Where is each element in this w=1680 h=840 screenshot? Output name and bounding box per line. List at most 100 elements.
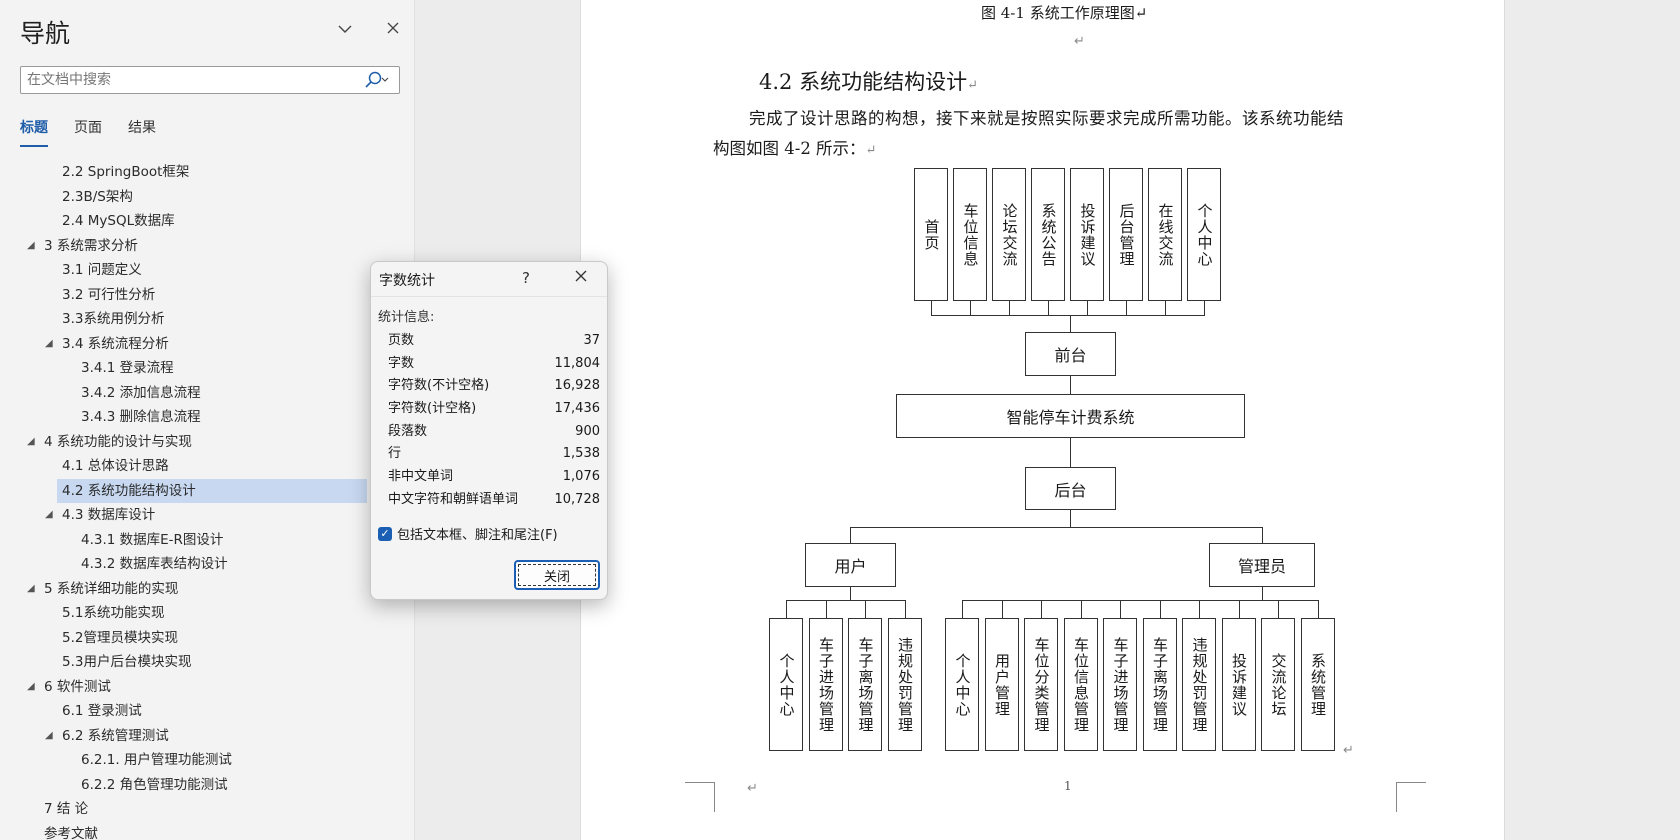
- nav-heading-item[interactable]: ◢ 3.4 系统流程分析: [0, 332, 415, 357]
- tab-pages[interactable]: 页面: [74, 117, 102, 147]
- admin-module-box-label: 车位分类管理: [1032, 636, 1051, 733]
- close-icon[interactable]: [573, 268, 589, 289]
- nav-heading-label: 4 系统功能的设计与实现: [44, 433, 192, 450]
- connector-line: [931, 301, 932, 315]
- connector-line: [1120, 600, 1121, 618]
- tab-results[interactable]: 结果: [128, 117, 156, 147]
- user-module-box: 车子离场管理: [848, 618, 882, 751]
- expand-triangle-icon[interactable]: ◢: [45, 503, 53, 528]
- nav-heading-item[interactable]: 7 结 论: [0, 797, 415, 822]
- nav-heading-label: 4.1 总体设计思路: [62, 458, 169, 474]
- checkbox-label: 包括文本框、脚注和尾注(F): [397, 528, 558, 543]
- admin-module-box: 车子离场管理: [1142, 618, 1177, 751]
- connector-line: [1238, 600, 1240, 618]
- nav-heading-item[interactable]: 参考文献: [0, 822, 415, 840]
- nav-heading-item[interactable]: 2.3B/S架构: [0, 185, 415, 210]
- nav-heading-item[interactable]: 3.2 可行性分析: [0, 283, 415, 308]
- nav-search-box[interactable]: [20, 66, 400, 94]
- expand-triangle-icon[interactable]: ◢: [27, 577, 35, 602]
- nav-heading-label: 4.3 数据库设计: [62, 507, 156, 523]
- admin-node-box-label: 管理员: [1237, 557, 1286, 576]
- connector-line: [1262, 527, 1263, 543]
- body-text-line: 完成了设计思路的构想，接下来就是按照实际要求完成所需功能。该系统功能结: [749, 109, 1344, 128]
- front-module-box-label: 投诉建议: [1078, 202, 1097, 267]
- nav-heading-label: 3.4.3 删除信息流程: [81, 409, 201, 425]
- admin-module-box-label: 投诉建议: [1230, 652, 1248, 717]
- stat-row: 字数 11,804: [388, 353, 600, 376]
- nav-heading-item[interactable]: 6.1 登录测试: [0, 699, 415, 724]
- expand-triangle-icon[interactable]: ◢: [27, 430, 35, 455]
- connector-line: [904, 600, 906, 618]
- nav-heading-item[interactable]: 2.4 MySQL数据库: [0, 209, 415, 234]
- connector-line: [1165, 301, 1166, 315]
- search-icon[interactable]: [361, 69, 391, 91]
- nav-heading-item[interactable]: 3.4.1 登录流程: [0, 356, 415, 381]
- nav-heading-item[interactable]: 4.1 总体设计思路: [0, 454, 415, 479]
- stat-value: 16,928: [554, 378, 601, 394]
- chevron-down-icon[interactable]: [335, 20, 355, 40]
- nav-heading-item[interactable]: ◢ 5 系统详细功能的实现: [0, 577, 415, 602]
- nav-heading-label: 6.2 系统管理测试: [62, 727, 169, 744]
- figure-caption: 图 4-1 系统工作原理图↵: [981, 4, 1148, 22]
- include-textboxes-checkbox[interactable]: ✓ 包括文本框、脚注和尾注(F): [378, 524, 558, 543]
- expand-triangle-icon[interactable]: ◢: [27, 234, 35, 259]
- close-icon[interactable]: [383, 20, 403, 40]
- connector-line: [850, 587, 851, 600]
- front-module-box: 论坛交流: [992, 168, 1026, 301]
- expand-triangle-icon[interactable]: ◢: [27, 675, 35, 700]
- stat-row: 非中文单词 1,076: [388, 466, 600, 489]
- nav-heading-item[interactable]: ◢ 6 软件测试: [0, 675, 415, 700]
- nav-heading-item[interactable]: 4.3.1 数据库E-R图设计: [0, 528, 415, 553]
- nav-heading-item[interactable]: 6.2.1. 用户管理功能测试: [0, 748, 415, 773]
- nav-heading-item[interactable]: 5.3用户后台模块实现: [0, 650, 415, 675]
- close-button[interactable]: 关闭: [514, 560, 600, 590]
- nav-heading-item[interactable]: 3.4.3 删除信息流程: [0, 405, 415, 430]
- connector-line: [1001, 600, 1003, 618]
- nav-heading-item[interactable]: ◢ 3 系统需求分析: [0, 234, 415, 259]
- system-root-box-label: 智能停车计费系统: [1006, 408, 1135, 427]
- nav-heading-item[interactable]: 4.2 系统功能结构设计: [57, 478, 367, 503]
- nav-heading-item[interactable]: 5.1系统功能实现: [0, 601, 415, 626]
- help-icon[interactable]: ?: [522, 269, 530, 287]
- nav-heading-item[interactable]: 5.2管理员模块实现: [0, 626, 415, 651]
- nav-heading-item[interactable]: ◢ 6.2 系统管理测试: [0, 724, 415, 749]
- nav-heading-item[interactable]: ◢ 4 系统功能的设计与实现: [0, 430, 415, 455]
- stat-label: 字符数(不计空格): [388, 378, 490, 394]
- nav-heading-label: 6.1 登录测试: [62, 703, 142, 719]
- front-module-box: 个人中心: [1187, 168, 1221, 301]
- connector-line: [1199, 600, 1200, 618]
- nav-heading-item[interactable]: 4.3.2 数据库表结构设计: [0, 552, 415, 577]
- nav-heading-item[interactable]: 2.2 SpringBoot框架: [0, 160, 415, 185]
- admin-node-box: 管理员: [1209, 543, 1315, 587]
- stat-row: 字符数(计空格) 17,436: [388, 398, 600, 421]
- tab-headings[interactable]: 标题: [20, 117, 48, 147]
- front-module-box-label: 个人中心: [1195, 202, 1214, 267]
- expand-triangle-icon[interactable]: ◢: [45, 332, 53, 357]
- admin-module-box-label: 车位信息管理: [1072, 636, 1090, 733]
- admin-module-box: 交流论坛: [1261, 618, 1295, 751]
- connector-line: [1070, 438, 1071, 467]
- connector-line: [865, 600, 866, 618]
- nav-heading-label: 3.4.2 添加信息流程: [81, 384, 201, 401]
- back-node-box: 后台: [1025, 467, 1116, 510]
- stat-value: 11,804: [554, 355, 601, 371]
- nav-heading-label: 6.2.1. 用户管理功能测试: [81, 752, 232, 768]
- nav-heading-item[interactable]: 6.2.2 角色管理功能测试: [0, 773, 415, 798]
- nav-heading-item[interactable]: 3.3系统用例分析: [0, 307, 415, 332]
- nav-heading-label: 5 系统详细功能的实现: [44, 580, 179, 597]
- user-node-box-label: 用户: [834, 557, 867, 576]
- admin-module-box-label: 违规处罚管理: [1190, 636, 1209, 733]
- nav-heading-item[interactable]: 3.1 问题定义: [0, 258, 415, 283]
- nav-heading-label: 4.3.1 数据库E-R图设计: [81, 531, 224, 548]
- nav-pane-title: 导航: [20, 19, 71, 48]
- nav-heading-label: 参考文献: [44, 825, 98, 840]
- page-corner-mark: [1396, 782, 1426, 812]
- expand-triangle-icon[interactable]: ◢: [45, 724, 53, 749]
- nav-heading-item[interactable]: ◢ 4.3 数据库设计: [0, 503, 415, 528]
- checkmark-icon[interactable]: ✓: [378, 526, 392, 541]
- nav-heading-item[interactable]: 3.4.2 添加信息流程: [0, 381, 415, 406]
- connector-line: [1278, 600, 1279, 618]
- nav-heading-label: 3.2 可行性分析: [62, 286, 156, 303]
- search-input[interactable]: [21, 67, 351, 93]
- nav-heading-label: 3.4 系统流程分析: [62, 335, 169, 352]
